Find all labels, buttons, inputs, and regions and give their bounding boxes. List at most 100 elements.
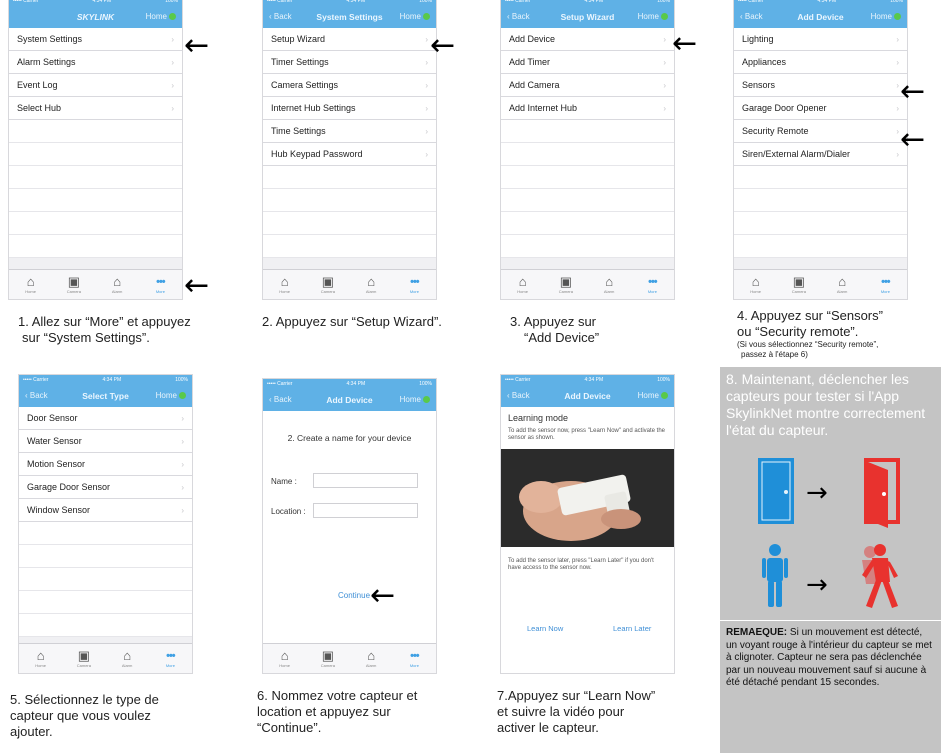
- hub-status-icon: [661, 13, 668, 20]
- screen-1-more-menu: ••••• Carrier 4:34 PM 100% SKYLINK Home Sy…: [8, 0, 183, 300]
- chevron-right-icon: ›: [181, 414, 184, 423]
- tab-home[interactable]: ⌂ Home: [26, 649, 56, 669]
- tab-alarm[interactable]: ⌂ Alarm: [112, 649, 142, 669]
- screen-4-add-device: ••••• Carrier 4:34 PM 100% ‹ Back Add Devi…: [733, 0, 908, 300]
- menu-item-window-sensor[interactable]: Window Sensor ›: [19, 499, 192, 522]
- learn-later-button[interactable]: Learn Later: [613, 624, 651, 633]
- home-link[interactable]: Home: [638, 391, 668, 400]
- tab-camera[interactable]: ▣ Camera: [551, 275, 581, 295]
- tab-alarm[interactable]: ⌂ Alarm: [594, 275, 624, 295]
- tab-home[interactable]: ⌂ Home: [508, 274, 538, 295]
- home-link[interactable]: Home: [400, 12, 430, 21]
- menu-item-add-timer[interactable]: Add Timer ›: [501, 51, 674, 74]
- tab-more[interactable]: ••• More: [145, 275, 175, 294]
- menu-item-time-settings[interactable]: Time Settings ›: [263, 120, 436, 143]
- nav-bar: SKYLINK Home: [9, 6, 182, 28]
- tab-home[interactable]: ⌂ Home: [270, 649, 300, 669]
- screen-3-setup-wizard: ••••• Carrier 4:34 PM 100% ‹ Back Setup Wi…: [500, 0, 675, 300]
- nav-bar: ‹ Back Add Device Home: [501, 385, 674, 407]
- tab-camera[interactable]: ▣ Camera: [59, 274, 89, 295]
- home-icon: ⌂: [751, 274, 760, 289]
- menu-item-select-hub[interactable]: Select Hub ›: [9, 97, 182, 120]
- tab-camera[interactable]: ▣ Camera: [313, 275, 343, 295]
- menu-item-appliances[interactable]: Appliances ›: [734, 51, 907, 74]
- pointer-arrow: ←: [430, 28, 456, 63]
- menu-item-hub-keypad-password[interactable]: Hub Keypad Password ›: [263, 143, 436, 166]
- menu-item-water-sensor[interactable]: Water Sensor ›: [19, 430, 192, 453]
- caption-step-2: 2. Appuyez sur “Setup Wizard”.: [262, 314, 442, 329]
- chevron-right-icon: ›: [896, 58, 899, 67]
- nav-bar: ‹ Back Add Device Home: [734, 6, 907, 28]
- menu-item-lighting[interactable]: Lighting ›: [734, 28, 907, 51]
- tab-home[interactable]: ⌂ Home: [741, 274, 771, 295]
- tab-alarm[interactable]: ⌂ Alarm: [827, 275, 857, 295]
- chevron-right-icon: ›: [425, 150, 428, 159]
- caption-step-4: 4. Appuyez sur “Sensors” ou “Security rem…: [737, 308, 883, 359]
- tab-more[interactable]: ••• More: [399, 649, 429, 668]
- tab-more[interactable]: ••• More: [637, 275, 667, 294]
- tab-camera[interactable]: ▣ Camera: [313, 649, 343, 669]
- location-label: Location :: [271, 507, 306, 516]
- menu-item-door-sensor[interactable]: Door Sensor ›: [19, 407, 192, 430]
- device-category-list: Lighting › Appliances › Sensors › Garage Do…: [734, 28, 907, 258]
- name-input[interactable]: [313, 473, 418, 488]
- home-link[interactable]: Home: [156, 391, 186, 400]
- home-link[interactable]: Home: [146, 12, 176, 21]
- menu-item-security-remote[interactable]: Security Remote ›: [734, 120, 907, 143]
- tab-camera[interactable]: ▣ Camera: [784, 275, 814, 295]
- menu-item-timer-settings[interactable]: Timer Settings ›: [263, 51, 436, 74]
- chevron-right-icon: ›: [425, 127, 428, 136]
- tab-more[interactable]: ••• More: [155, 649, 185, 668]
- menu-item-internet-hub-settings[interactable]: Internet Hub Settings ›: [263, 97, 436, 120]
- location-input[interactable]: [313, 503, 418, 518]
- tab-alarm[interactable]: ⌂ Alarm: [102, 274, 132, 295]
- learn-now-button[interactable]: Learn Now: [527, 624, 563, 633]
- hub-status-icon: [423, 13, 430, 20]
- home-link[interactable]: Home: [871, 12, 901, 21]
- menu-item-system-settings[interactable]: System Settings ›: [9, 28, 182, 51]
- menu-item-setup-wizard[interactable]: Setup Wizard ›: [263, 28, 436, 51]
- menu-item-add-camera[interactable]: Add Camera ›: [501, 74, 674, 97]
- chevron-right-icon: ›: [896, 150, 899, 159]
- home-link[interactable]: Home: [638, 12, 668, 21]
- menu-item-alarm-settings[interactable]: Alarm Settings ›: [9, 51, 182, 74]
- menu-item-garage-door-sensor[interactable]: Garage Door Sensor ›: [19, 476, 192, 499]
- menu-item-event-log[interactable]: Event Log ›: [9, 74, 182, 97]
- more-icon: •••: [410, 650, 420, 662]
- name-device-form: 2. Create a name for your device Name : …: [263, 411, 436, 645]
- chevron-right-icon: ›: [181, 460, 184, 469]
- tab-bar: ⌂ Home ▣ Camera ⌂ Alarm ••• More: [734, 269, 907, 299]
- menu-item-sensors[interactable]: Sensors ›: [734, 74, 907, 97]
- tab-bar: ⌂ Home ▣ Camera ⌂ Alarm ••• More: [263, 643, 436, 673]
- tab-alarm[interactable]: ⌂ Alarm: [356, 649, 386, 669]
- menu-item-garage-door-opener[interactable]: Garage Door Opener ›: [734, 97, 907, 120]
- chevron-right-icon: ›: [896, 35, 899, 44]
- tab-more[interactable]: ••• More: [870, 275, 900, 294]
- menu-item-motion-sensor[interactable]: Motion Sensor ›: [19, 453, 192, 476]
- tab-home[interactable]: ⌂ Home: [270, 275, 300, 295]
- continue-button[interactable]: Continue: [338, 591, 370, 600]
- more-icon: •••: [166, 650, 176, 662]
- menu-item-add-internet-hub[interactable]: Add Internet Hub ›: [501, 97, 674, 120]
- alarm-icon: ⌂: [113, 274, 122, 289]
- tab-more[interactable]: ••• More: [399, 275, 429, 294]
- more-icon: •••: [648, 276, 658, 288]
- chevron-right-icon: ›: [896, 81, 899, 90]
- caption-step-3: 3. Appuyez sur “Add Device”: [510, 314, 600, 345]
- menu-item-add-device[interactable]: Add Device ›: [501, 28, 674, 51]
- tab-camera[interactable]: ▣ Camera: [69, 649, 99, 669]
- hub-status-icon: [894, 13, 901, 20]
- home-link[interactable]: Home: [400, 395, 430, 404]
- chevron-right-icon: ›: [171, 58, 174, 67]
- tab-alarm[interactable]: ⌂ Alarm: [356, 275, 386, 295]
- menu-item-camera-settings[interactable]: Camera Settings ›: [263, 74, 436, 97]
- home-icon: ⌂: [518, 274, 527, 289]
- caption-step-7: 7.Appuyez sur “Learn Now” et suivre la vi…: [497, 688, 656, 735]
- sensor-video[interactable]: [501, 449, 674, 547]
- chevron-right-icon: ›: [425, 81, 428, 90]
- camera-icon: ▣: [67, 274, 81, 289]
- tab-home[interactable]: ⌂ Home: [16, 275, 46, 295]
- screen-5-select-type: ••••• Carrier 4:34 PM 100% ‹ Back Select T…: [18, 374, 193, 674]
- pointer-arrow: ←: [900, 122, 926, 157]
- menu-item-siren-external-alarm-dialer[interactable]: Siren/External Alarm/Dialer ›: [734, 143, 907, 166]
